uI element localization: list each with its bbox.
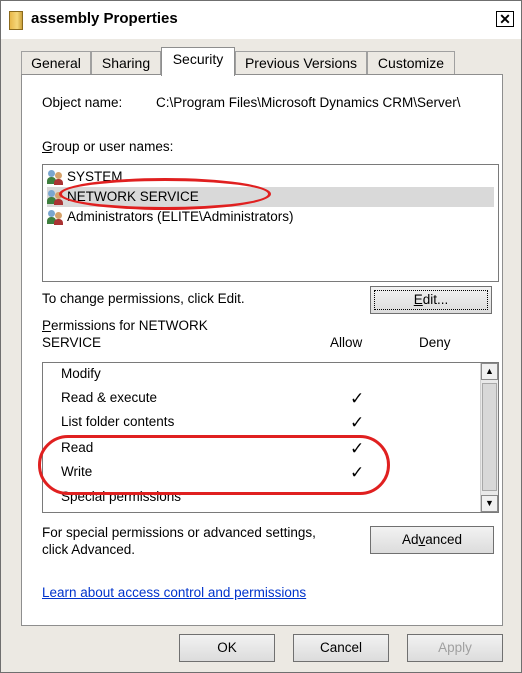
scroll-down-arrow-icon[interactable]: ▼ xyxy=(481,495,498,512)
users-listbox[interactable]: SYSTEM NETWORK SERVICE Administrators (E… xyxy=(42,164,499,282)
advanced-button[interactable]: Advanced xyxy=(370,526,494,554)
checkmark-icon: ✓ xyxy=(350,413,365,432)
security-panel: Object name: C:\Program Files\Microsoft … xyxy=(21,74,503,626)
user-item-administrators[interactable]: Administrators (ELITE\Administrators) xyxy=(47,207,494,227)
scroll-thumb[interactable] xyxy=(482,383,497,491)
permissions-list: Modify Read & execute ✓ List folder cont… xyxy=(42,362,499,513)
allow-column-header: Allow xyxy=(330,335,363,350)
folder-icon xyxy=(9,11,23,30)
users-icon xyxy=(47,189,65,205)
special-permissions-text: For special permissions or advanced sett… xyxy=(42,525,316,540)
group-users-label: Group or user names: xyxy=(42,139,174,154)
tab-sharing[interactable]: Sharing xyxy=(91,51,161,75)
deny-column-header: Deny xyxy=(419,335,451,350)
window-title: assembly Properties xyxy=(31,10,178,27)
user-item-network-service[interactable]: NETWORK SERVICE xyxy=(47,187,494,207)
checkmark-icon: ✓ xyxy=(350,439,365,458)
tab-customize[interactable]: Customize xyxy=(367,51,455,75)
user-item-system[interactable]: SYSTEM xyxy=(47,167,494,187)
apply-button[interactable]: Apply xyxy=(407,634,503,662)
object-name-value: C:\Program Files\Microsoft Dynamics CRM\… xyxy=(156,95,461,110)
permissions-scrollbar[interactable]: ▲ ▼ xyxy=(480,363,498,512)
permission-row: Read & execute ✓ xyxy=(61,389,365,408)
tab-general[interactable]: General xyxy=(21,51,91,75)
permission-row: Special permissions xyxy=(61,489,182,504)
object-name-label: Object name: xyxy=(42,95,123,110)
users-icon xyxy=(47,209,65,225)
tab-security[interactable]: Security xyxy=(161,47,235,76)
change-permissions-text: To change permissions, click Edit. xyxy=(42,291,245,306)
permissions-for-label: Permissions for NETWORK xyxy=(42,318,208,333)
tab-previous-versions[interactable]: Previous Versions xyxy=(235,51,367,75)
permission-row: Modify xyxy=(61,366,101,381)
checkmark-icon: ✓ xyxy=(350,463,365,482)
edit-button[interactable]: Edit... xyxy=(370,286,492,314)
cancel-button[interactable]: Cancel xyxy=(293,634,389,662)
close-button[interactable]: ✕ xyxy=(496,11,514,27)
ok-button[interactable]: OK xyxy=(179,634,275,662)
special-permissions-text-line2: click Advanced. xyxy=(42,542,136,557)
permission-row: Write ✓ xyxy=(61,463,365,482)
title-bar: assembly Properties ✕ xyxy=(1,1,521,39)
scroll-up-arrow-icon[interactable]: ▲ xyxy=(481,363,498,380)
checkmark-icon: ✓ xyxy=(350,389,365,408)
permission-row: Read ✓ xyxy=(61,439,365,458)
permission-row: List folder contents ✓ xyxy=(61,413,365,432)
learn-access-control-link[interactable]: Learn about access control and permissio… xyxy=(42,585,306,600)
permissions-for-label-line2: SERVICE xyxy=(42,335,102,350)
properties-dialog: assembly Properties ✕ General Sharing Se… xyxy=(0,0,522,673)
users-icon xyxy=(47,169,65,185)
